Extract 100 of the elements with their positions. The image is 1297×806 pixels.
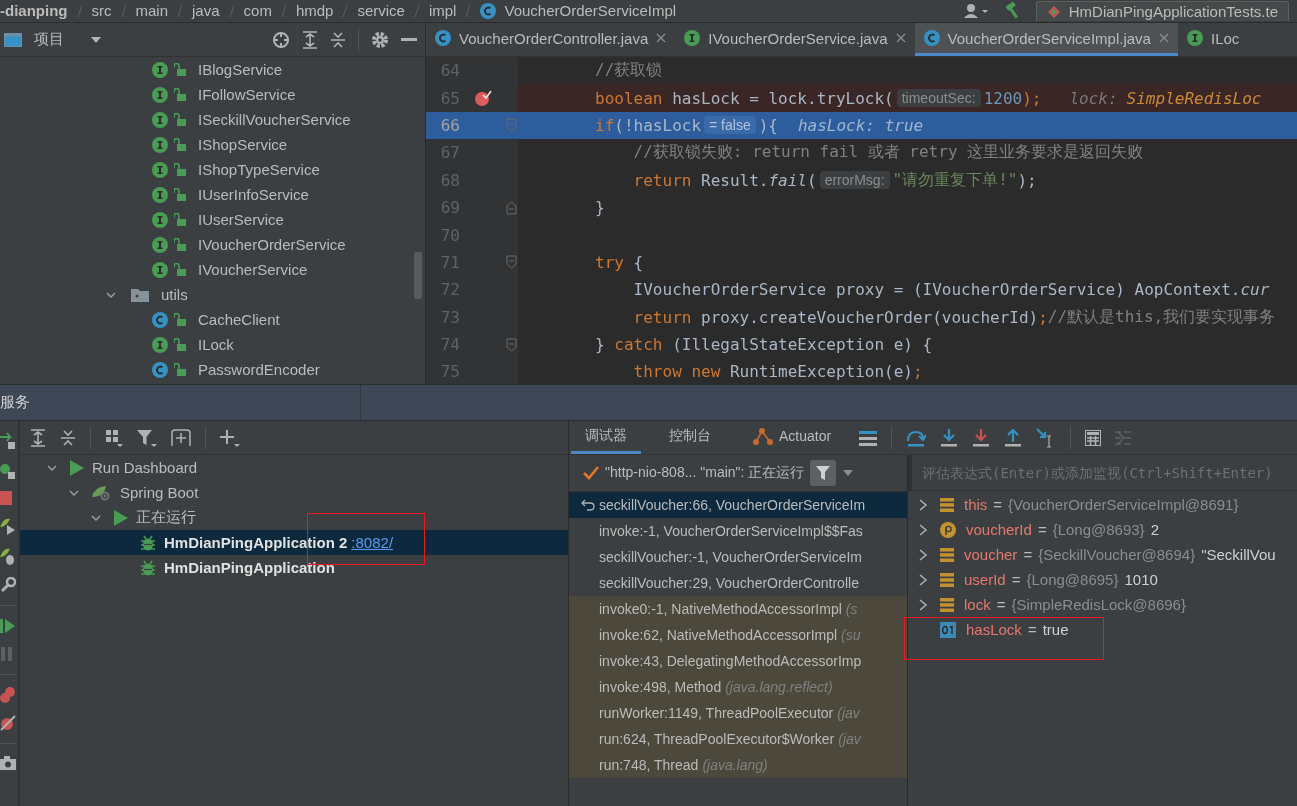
- run-configuration-dropdown[interactable]: HmDianPingApplicationTests.te: [1035, 1, 1289, 21]
- scrollbar-thumb[interactable]: [414, 252, 422, 299]
- port-link[interactable]: :8082/: [351, 534, 394, 551]
- filter-icon[interactable]: [137, 428, 157, 447]
- step-out-icon[interactable]: [1004, 428, 1023, 447]
- stack-frame[interactable]: invoke:498, Method (java.lang.reflect): [569, 674, 907, 700]
- expand-all-icon[interactable]: [302, 30, 318, 49]
- fold-marker-icon[interactable]: [506, 200, 517, 215]
- stack-frame[interactable]: seckillVoucher:-1, VoucherOrderServiceIm: [569, 544, 907, 570]
- fold-marker-icon[interactable]: [506, 337, 517, 352]
- thread-selector[interactable]: "http-nio-808... "main": 正在运行: [605, 464, 805, 482]
- expand-all-icon[interactable]: [30, 428, 46, 447]
- breadcrumb-item[interactable]: src: [91, 2, 112, 20]
- user-icon[interactable]: [963, 3, 990, 19]
- breakpoint-icon[interactable]: [474, 89, 492, 108]
- breadcrumb-item[interactable]: java: [192, 2, 220, 20]
- debug-icon[interactable]: [0, 547, 16, 565]
- tree-item[interactable]: IShopTypeService: [198, 161, 320, 178]
- stop-icon[interactable]: [0, 491, 14, 505]
- debugger-tab[interactable]: 控制台: [655, 421, 725, 454]
- breadcrumb-item[interactable]: VoucherOrderServiceImpl: [504, 2, 677, 20]
- tree-item[interactable]: utils: [161, 286, 188, 303]
- tree-item[interactable]: PasswordEncoder: [198, 361, 320, 378]
- run-tree-item[interactable]: Run Dashboard: [20, 455, 568, 480]
- camera-icon[interactable]: [0, 756, 16, 770]
- variable-row[interactable]: this = {VoucherOrderServiceImpl@8691}: [908, 492, 1297, 517]
- variable-row[interactable]: voucher = {SeckillVoucher@8694} "SeckillVou: [908, 542, 1297, 567]
- variable-row[interactable]: userId = {Long@8695} 1010: [908, 567, 1297, 592]
- breadcrumb-item[interactable]: hmdp: [295, 2, 334, 20]
- minimize-icon[interactable]: [401, 37, 417, 42]
- chevron-icon[interactable]: [918, 572, 928, 587]
- tree-item[interactable]: IUserInfoService: [198, 186, 309, 203]
- tree-item[interactable]: IShopService: [198, 136, 288, 153]
- tree-item[interactable]: IUserService: [198, 211, 284, 228]
- variable-row[interactable]: hasLock = true: [908, 617, 1297, 642]
- menu-icon[interactable]: [859, 429, 878, 446]
- run-tree-item[interactable]: HmDianPingApplication: [20, 555, 568, 580]
- breadcrumb-item[interactable]: impl: [428, 2, 457, 20]
- close-icon[interactable]: [895, 33, 906, 43]
- caret-icon[interactable]: [842, 469, 855, 477]
- equals-sign: =: [1023, 546, 1033, 563]
- run-tree-item[interactable]: 正在运行: [20, 505, 568, 530]
- stack-frame[interactable]: seckillVoucher:66, VoucherOrderServiceIm: [569, 492, 907, 518]
- breadcrumb-item[interactable]: service: [357, 2, 405, 20]
- new-tab-icon[interactable]: [171, 428, 191, 447]
- tree-item[interactable]: CacheClient: [198, 311, 280, 328]
- settings-icon[interactable]: [371, 30, 389, 49]
- run-tree-item[interactable]: Spring Boot: [20, 480, 568, 505]
- breakpoints-icon[interactable]: [0, 687, 16, 703]
- stack-frame[interactable]: run:748, Thread (java.lang): [569, 752, 907, 778]
- step-into-icon[interactable]: [940, 428, 959, 447]
- variable-row[interactable]: voucherId = {Long@8693} 2: [908, 517, 1297, 542]
- breadcrumb-item[interactable]: main: [135, 2, 168, 20]
- editor-tab[interactable]: VoucherOrderController.java: [426, 23, 676, 56]
- run-icon[interactable]: [0, 517, 16, 535]
- panel-title[interactable]: 项目: [34, 30, 64, 49]
- fold-marker-icon[interactable]: [506, 255, 517, 270]
- variable-row[interactable]: lock = {SimpleRedisLock@8696}: [908, 592, 1297, 617]
- tree-item[interactable]: IFollowService: [198, 86, 296, 103]
- step-over-icon[interactable]: [906, 428, 927, 447]
- tree-item[interactable]: ISeckillVoucherService: [198, 111, 351, 128]
- stack-frame[interactable]: run:624, ThreadPoolExecutor$Worker (jav: [569, 726, 907, 752]
- chevron-icon[interactable]: [918, 597, 928, 612]
- debugger-tab[interactable]: 调试器: [571, 421, 641, 454]
- caret-icon[interactable]: [90, 35, 102, 44]
- stack-frame[interactable]: invoke:62, NativeMethodAccessorImpl (su: [569, 622, 907, 648]
- collapse-all-icon[interactable]: [330, 30, 346, 49]
- resume-icon[interactable]: [0, 618, 16, 634]
- collapse-all-icon[interactable]: [60, 428, 76, 447]
- editor-tab[interactable]: VoucherOrderServiceImpl.java: [914, 23, 1178, 56]
- group-icon[interactable]: [105, 428, 123, 447]
- tree-item[interactable]: ILock: [198, 336, 234, 353]
- code-comment: //默认是this,我们要实现事务: [1047, 306, 1276, 328]
- mute-breakpoints-icon[interactable]: [0, 715, 16, 731]
- locate-icon[interactable]: [272, 30, 290, 49]
- tree-item[interactable]: IVoucherService: [198, 261, 308, 278]
- chevron-icon[interactable]: [918, 497, 928, 512]
- fold-marker-icon[interactable]: [506, 118, 517, 133]
- debug-rerun-icon[interactable]: [0, 461, 16, 479]
- editor-tab[interactable]: ILoc: [1177, 23, 1249, 56]
- debugger-tab[interactable]: Actuator: [739, 421, 846, 454]
- filter-button[interactable]: [810, 460, 837, 486]
- chevron-icon[interactable]: [918, 547, 928, 562]
- chevron-icon[interactable]: [918, 522, 928, 537]
- stack-frame[interactable]: invoke:-1, VoucherOrderServiceImpl$$Fas: [569, 518, 907, 544]
- force-step-into-icon[interactable]: [972, 428, 991, 447]
- stack-frame[interactable]: runWorker:1149, ThreadPoolExecutor (jav: [569, 700, 907, 726]
- close-icon[interactable]: [656, 33, 667, 43]
- stack-frame[interactable]: invoke0:-1, NativeMethodAccessorImpl (s: [569, 596, 907, 622]
- rerun-icon[interactable]: [0, 431, 16, 449]
- tree-item[interactable]: IVoucherOrderService: [198, 236, 346, 253]
- breadcrumb-item[interactable]: -dianping: [0, 2, 68, 20]
- editor-tab[interactable]: IVoucherOrderService.java: [675, 23, 915, 56]
- tree-item[interactable]: IBlogService: [198, 61, 283, 78]
- stack-frame[interactable]: invoke:43, DelegatingMethodAccessorImp: [569, 648, 907, 674]
- separator-icon: [341, 4, 350, 18]
- breadcrumb-item[interactable]: com: [243, 2, 272, 20]
- add-icon[interactable]: [220, 428, 240, 447]
- stack-frame[interactable]: seckillVoucher:29, VoucherOrderControlle: [569, 570, 907, 596]
- calculator-icon[interactable]: [1085, 429, 1102, 446]
